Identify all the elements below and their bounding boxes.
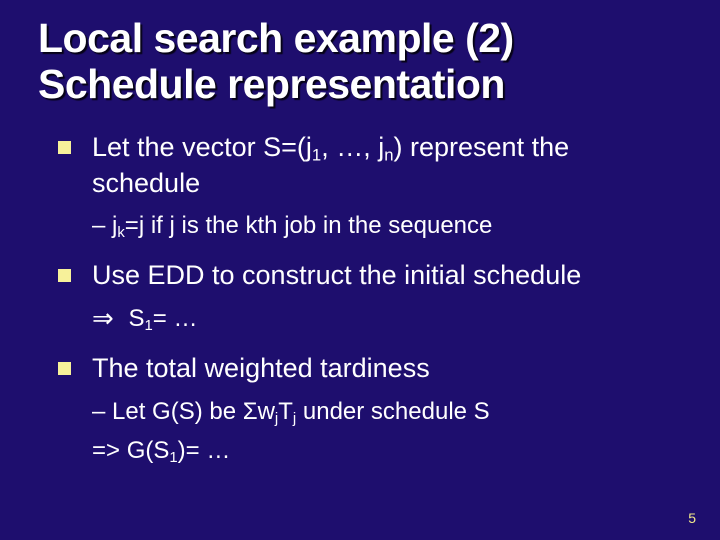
double-arrow-icon: ⇒ (92, 302, 114, 336)
page-number: 5 (688, 510, 696, 526)
sub3b-text-b: )= … (178, 437, 231, 464)
bullet3-text: The total weighted tardiness (92, 353, 430, 383)
sub-item-1: – jk=j if j is the kth job in the sequen… (58, 210, 682, 243)
bullet2-text: Use EDD to construct the initial schedul… (92, 260, 581, 290)
subscript-1b: 1 (144, 319, 152, 335)
sub3a-text-c: under schedule S (296, 398, 489, 425)
bullet1-text-a: Let the vector S=(j (92, 132, 312, 162)
subscript-k: k (117, 226, 124, 242)
title-line-2: Schedule representation (38, 61, 505, 107)
bullet1-text-b: , …, j (321, 132, 384, 162)
bullet-item-3: The total weighted tardiness (58, 351, 682, 386)
bullet-item-1: Let the vector S=(j1, …, jn) represent t… (58, 130, 682, 201)
subscript-1c: 1 (169, 450, 177, 466)
bullet-list: Let the vector S=(j1, …, jn) represent t… (38, 130, 682, 469)
sub2-text-b: = … (153, 305, 198, 332)
sub3a-text-a: – Let G(S) be Σw (92, 398, 275, 425)
sub1-text-b: =j if j is the kth job in the sequence (125, 212, 493, 239)
subscript-n: n (384, 145, 393, 164)
sub-item-3a: – Let G(S) be ΣwjTj under schedule S (58, 396, 682, 429)
sub1-text-a: – j (92, 212, 117, 239)
sub-item-2: ⇒ S1= … (58, 302, 682, 336)
bullet-item-2: Use EDD to construct the initial schedul… (58, 258, 682, 293)
sub2-text-a: S (122, 305, 145, 332)
subscript-1: 1 (312, 145, 321, 164)
title-line-1: Local search example (2) (38, 15, 514, 61)
sub3a-text-b: T (278, 398, 293, 425)
slide-title: Local search example (2) Schedule repres… (38, 16, 682, 108)
sub3b-text-a: => G(S (92, 437, 169, 464)
slide: Local search example (2) Schedule repres… (0, 0, 720, 540)
sub-item-3b: => G(S1)= … (58, 435, 682, 468)
